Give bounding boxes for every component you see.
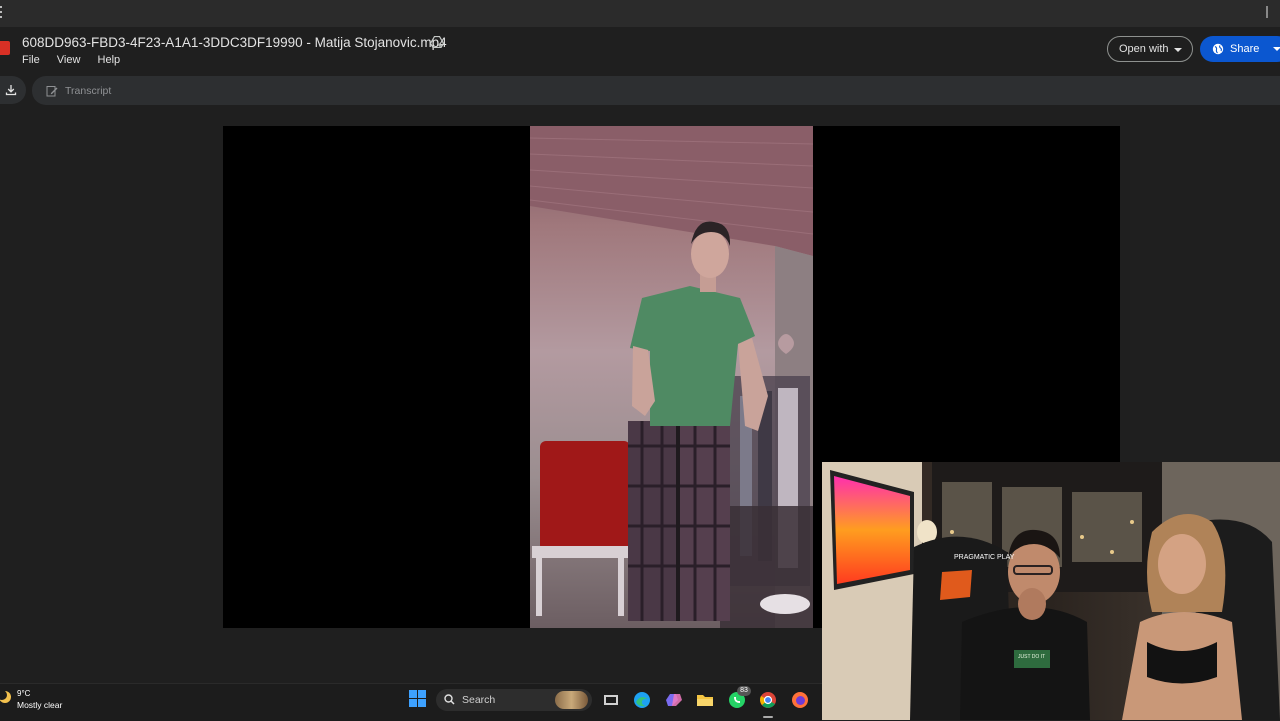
- edge-icon[interactable]: [632, 690, 652, 710]
- windows-start-icon[interactable]: [409, 690, 426, 707]
- file-explorer-icon[interactable]: [695, 690, 715, 710]
- video-file-icon: [0, 41, 10, 55]
- task-view-icon[interactable]: [601, 690, 621, 710]
- viewer-toolbar: Transcript: [0, 73, 1280, 108]
- firefox-icon[interactable]: [790, 690, 810, 710]
- scroll-indicator: [1266, 6, 1268, 18]
- weather-temperature[interactable]: 9°C: [17, 689, 30, 698]
- transcript-label: Transcript: [65, 85, 112, 97]
- globe-icon: [1212, 43, 1224, 55]
- download-icon: [5, 85, 17, 96]
- menu-bar: File View Help: [22, 54, 134, 66]
- search-highlight-icon: [555, 691, 588, 709]
- search-icon: [444, 694, 455, 705]
- transcript-button[interactable]: Transcript: [32, 76, 1280, 105]
- open-with-button[interactable]: Open with: [1107, 36, 1193, 62]
- viewer-header: 608DD963-FBD3-4F23-A1A1-3DDC3DF19990 - M…: [0, 27, 1280, 73]
- menu-view[interactable]: View: [57, 54, 81, 66]
- menu-help[interactable]: Help: [98, 54, 121, 66]
- windows-taskbar: 9°C Mostly clear Search 83: [0, 683, 822, 721]
- video-frame-image: [530, 126, 813, 628]
- search-label: Search: [462, 694, 496, 706]
- chrome-icon[interactable]: [758, 690, 778, 710]
- window-top-strip: [0, 0, 1280, 27]
- share-label: Share: [1230, 43, 1260, 55]
- notification-badge: 83: [737, 686, 751, 696]
- chevron-down-icon: [1174, 48, 1182, 52]
- add-shortcut-to-drive-icon[interactable]: [430, 36, 444, 48]
- share-button[interactable]: Share: [1200, 36, 1280, 62]
- webcam-image: PRAGMATIC PLAY JUST DO IT: [822, 462, 1280, 720]
- menu-dots-icon[interactable]: [0, 6, 3, 18]
- copilot-icon[interactable]: [664, 690, 684, 710]
- menu-file[interactable]: File: [22, 54, 40, 66]
- taskbar-search[interactable]: Search: [436, 689, 592, 711]
- file-title: 608DD963-FBD3-4F23-A1A1-3DDC3DF19990 - M…: [22, 35, 447, 50]
- chevron-down-icon[interactable]: [1273, 47, 1280, 51]
- open-with-label: Open with: [1119, 43, 1169, 55]
- weather-description[interactable]: Mostly clear: [17, 700, 62, 710]
- shirt-text: JUST DO IT: [1018, 654, 1045, 660]
- weather-moon-icon[interactable]: [0, 690, 12, 704]
- video-frame: [530, 126, 813, 628]
- download-button[interactable]: [0, 76, 26, 104]
- chair-brand-text: PRAGMATIC PLAY: [954, 554, 1015, 561]
- active-app-indicator: [763, 716, 773, 718]
- edit-note-icon: [46, 86, 58, 97]
- webcam-overlay: PRAGMATIC PLAY JUST DO IT: [822, 462, 1280, 720]
